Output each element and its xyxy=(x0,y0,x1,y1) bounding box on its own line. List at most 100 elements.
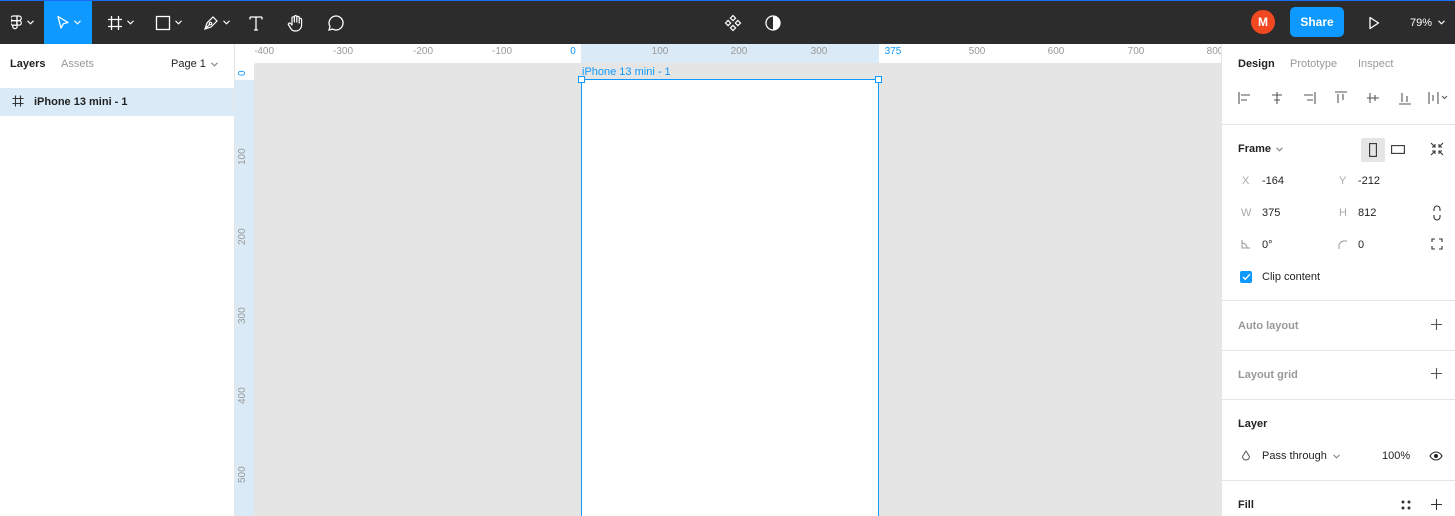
tab-prototype[interactable]: Prototype xyxy=(1290,58,1337,70)
ruler-label: 400 xyxy=(237,387,248,404)
canvas[interactable]: iPhone 13 mini - 1 xyxy=(256,65,1221,516)
components-button[interactable] xyxy=(720,1,746,44)
chevron-down-icon xyxy=(26,20,34,25)
tab-assets[interactable]: Assets xyxy=(61,58,94,70)
add-fill-icon[interactable] xyxy=(1431,499,1442,510)
chevron-down-icon xyxy=(174,20,182,25)
right-panel: Design Prototype Inspect Frame X -164 Y … xyxy=(1221,44,1455,516)
move-tool-button[interactable] xyxy=(44,1,92,44)
independent-corners-icon[interactable] xyxy=(1431,238,1443,250)
h-label: H xyxy=(1339,207,1347,219)
ruler-corner xyxy=(235,44,255,64)
y-input[interactable]: -212 xyxy=(1358,175,1380,187)
frame-tool-button[interactable] xyxy=(100,1,140,44)
ruler-label: -300 xyxy=(332,46,354,57)
ruler-label: 0 xyxy=(237,70,248,76)
toolbar: M Share 79% xyxy=(0,0,1455,44)
frame-hash-icon xyxy=(107,15,122,30)
share-button[interactable]: Share xyxy=(1290,7,1344,37)
section-divider xyxy=(1222,480,1455,481)
hand-tool-button[interactable] xyxy=(282,1,310,44)
frame-title-label[interactable]: iPhone 13 mini - 1 xyxy=(582,66,671,78)
zoom-selector[interactable]: 79% xyxy=(1410,1,1445,44)
align-vertical-center-icon[interactable] xyxy=(1366,91,1380,105)
iphone-frame[interactable] xyxy=(581,79,879,516)
portrait-orientation-button[interactable] xyxy=(1361,138,1385,162)
hand-icon xyxy=(287,14,303,32)
rotation-input[interactable]: 0° xyxy=(1262,239,1273,251)
components-icon xyxy=(724,14,742,31)
rotation-icon xyxy=(1241,240,1250,249)
align-right-icon[interactable] xyxy=(1302,91,1316,105)
ruler-label: 300 xyxy=(237,307,248,324)
tab-inspect[interactable]: Inspect xyxy=(1358,58,1393,70)
landscape-icon[interactable] xyxy=(1391,145,1405,154)
h-input[interactable]: 812 xyxy=(1358,207,1376,219)
checkmark-icon xyxy=(1242,273,1251,281)
fill-section-title: Fill xyxy=(1238,499,1254,511)
w-input[interactable]: 375 xyxy=(1262,207,1280,219)
auto-layout-section-title: Auto layout xyxy=(1238,320,1299,332)
frame-hash-icon xyxy=(12,95,24,107)
blend-mode-select[interactable]: Pass through xyxy=(1262,450,1340,462)
alignment-toolbar xyxy=(1236,91,1448,109)
tab-design[interactable]: Design xyxy=(1238,58,1275,70)
portrait-icon xyxy=(1369,143,1377,157)
ruler-label: -100 xyxy=(491,46,513,57)
frame-section-title[interactable]: Frame xyxy=(1238,143,1283,155)
present-button[interactable] xyxy=(1362,1,1386,44)
page-selector[interactable]: Page 1 xyxy=(171,58,218,70)
opacity-input[interactable]: 100% xyxy=(1382,450,1410,462)
layer-row[interactable]: iPhone 13 mini - 1 xyxy=(0,88,234,116)
blend-mode-value: Pass through xyxy=(1262,450,1327,462)
resize-handle-top-left[interactable] xyxy=(578,76,585,83)
resize-handle-top-right[interactable] xyxy=(875,76,882,83)
layer-section-title: Layer xyxy=(1238,418,1268,430)
chevron-down-icon xyxy=(222,20,230,25)
chevron-down-icon xyxy=(210,61,218,67)
page-name: Page 1 xyxy=(171,58,206,70)
cursor-arrow-icon xyxy=(56,15,69,29)
ruler-label: 500 xyxy=(237,466,248,483)
align-horizontal-center-icon[interactable] xyxy=(1270,91,1284,105)
clip-content-checkbox[interactable] xyxy=(1240,271,1252,283)
left-panel-tabs: Layers Assets Page 1 xyxy=(0,44,234,84)
section-divider xyxy=(1222,350,1455,351)
zoom-level: 79% xyxy=(1410,16,1433,29)
x-input[interactable]: -164 xyxy=(1262,175,1284,187)
ruler-selection-highlight xyxy=(235,80,254,516)
comment-icon xyxy=(328,14,344,31)
main-menu-button[interactable] xyxy=(0,1,44,44)
shape-tool-button[interactable] xyxy=(148,1,188,44)
user-avatar[interactable]: M xyxy=(1251,10,1275,34)
comment-tool-button[interactable] xyxy=(322,1,350,44)
distribute-icon[interactable] xyxy=(1428,91,1448,105)
layer-name: iPhone 13 mini - 1 xyxy=(34,96,128,108)
contrast-button[interactable] xyxy=(760,1,786,44)
pen-tool-button[interactable] xyxy=(196,1,236,44)
text-tool-button[interactable] xyxy=(242,1,270,44)
constrain-proportions-icon[interactable] xyxy=(1432,205,1442,221)
add-auto-layout-icon[interactable] xyxy=(1431,319,1442,330)
present-icon xyxy=(1369,16,1380,29)
styles-grid-icon[interactable] xyxy=(1400,499,1412,511)
align-left-icon[interactable] xyxy=(1238,91,1252,105)
resize-to-fit-icon[interactable] xyxy=(1430,142,1444,156)
tab-layers[interactable]: Layers xyxy=(10,58,45,70)
ruler-label: 600 xyxy=(1047,46,1065,57)
align-bottom-icon[interactable] xyxy=(1398,91,1412,105)
ruler-label: -400 xyxy=(253,46,275,57)
y-label: Y xyxy=(1339,175,1347,187)
layout-grid-section-title: Layout grid xyxy=(1238,369,1298,381)
ruler-label: 0 xyxy=(570,46,576,57)
eye-icon[interactable] xyxy=(1429,451,1443,461)
ruler-label: 500 xyxy=(968,46,986,57)
rectangle-icon xyxy=(155,15,170,30)
blend-mode-drop-icon xyxy=(1241,450,1251,461)
ruler-label: 200 xyxy=(237,228,248,245)
w-label: W xyxy=(1241,207,1252,219)
corner-radius-icon xyxy=(1338,240,1347,249)
align-top-icon[interactable] xyxy=(1334,91,1348,105)
corner-radius-input[interactable]: 0 xyxy=(1358,239,1364,251)
add-layout-grid-icon[interactable] xyxy=(1431,368,1442,379)
